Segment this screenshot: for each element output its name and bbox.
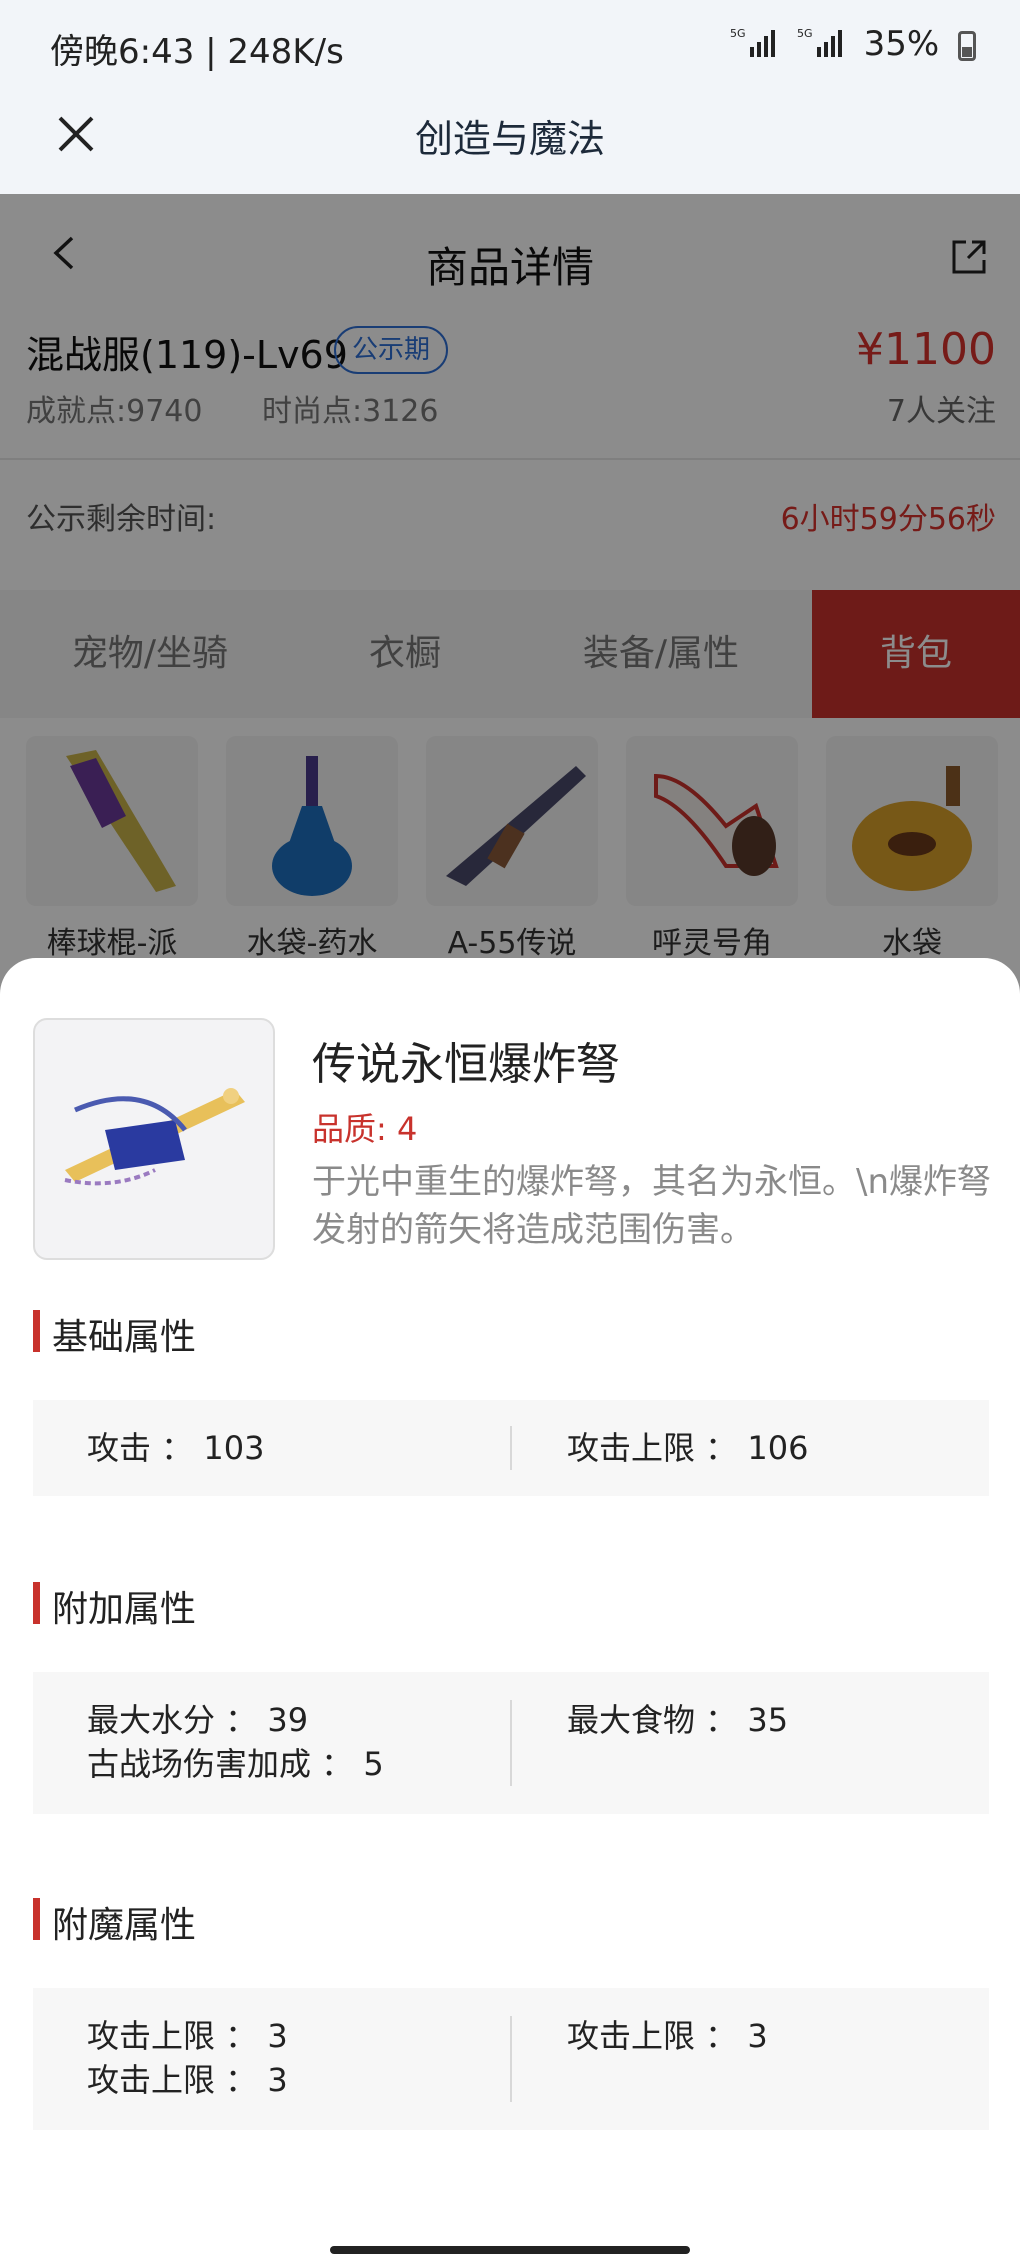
attr-left: 攻击 ： 103 <box>87 1429 265 1467</box>
item-image <box>33 1018 275 1260</box>
battery-text: 35% <box>863 24 940 64</box>
item-detail-sheet: 传说永恒爆炸弩 品质: 4 于光中重生的爆炸弩，其名为永恒。\n爆炸弩发射的箭矢… <box>0 958 1020 2267</box>
signal-icon: 5G <box>797 26 843 66</box>
svg-text:5G: 5G <box>797 27 813 40</box>
app-title: 创造与魔法 <box>414 117 605 161</box>
section-title-extra: 附加属性 <box>52 1589 197 1630</box>
section-marker <box>33 1898 40 1940</box>
basic-attributes-card: 攻击 ： 103 攻击上限 ： 106 <box>33 1400 989 1496</box>
item-description: 于光中重生的爆炸弩，其名为永恒。\n爆炸弩发射的箭矢将造成范围伤害。 <box>312 1162 992 1250</box>
attr-right: 最大食物 ： 35 <box>567 1701 789 1739</box>
attr-right: 攻击上限 ： 3 <box>567 2017 768 2055</box>
divider <box>510 1700 512 1786</box>
extra-attributes-card: 最大水分 ： 39 古战场伤害加成 ： 5 最大食物 ： 35 <box>33 1672 989 1814</box>
divider <box>510 2016 512 2102</box>
signal-icon: 5G <box>730 26 776 66</box>
section-marker <box>33 1310 40 1352</box>
status-bar: 傍晚6:43 | 248K/s 5G 5G 35% <box>0 0 1020 90</box>
svg-text:5G: 5G <box>730 27 746 40</box>
title-bar: 创造与魔法 <box>0 90 1020 194</box>
status-right: 5G 5G 35% <box>730 24 976 66</box>
item-name: 传说永恒爆炸弩 <box>312 1039 620 1090</box>
item-quality: 品质: 4 <box>312 1110 418 1148</box>
section-title-enchant: 附魔属性 <box>52 1905 197 1946</box>
home-indicator[interactable] <box>330 2246 690 2254</box>
attr-right: 攻击上限 ： 106 <box>567 1429 809 1467</box>
battery-icon <box>958 30 976 61</box>
attr-left: 古战场伤害加成 ： 5 <box>87 1745 384 1783</box>
enchant-attributes-card: 攻击上限 ： 3 攻击上限 ： 3 攻击上限 ： 3 <box>33 1988 989 2130</box>
section-marker <box>33 1582 40 1624</box>
attr-left: 最大水分 ： 39 <box>87 1701 309 1739</box>
attr-left: 攻击上限 ： 3 <box>87 2017 288 2055</box>
divider <box>510 1426 512 1470</box>
attr-left: 攻击上限 ： 3 <box>87 2061 288 2099</box>
section-title-basic: 基础属性 <box>52 1317 197 1358</box>
status-time: 傍晚6:43 | 248K/s <box>50 32 344 72</box>
